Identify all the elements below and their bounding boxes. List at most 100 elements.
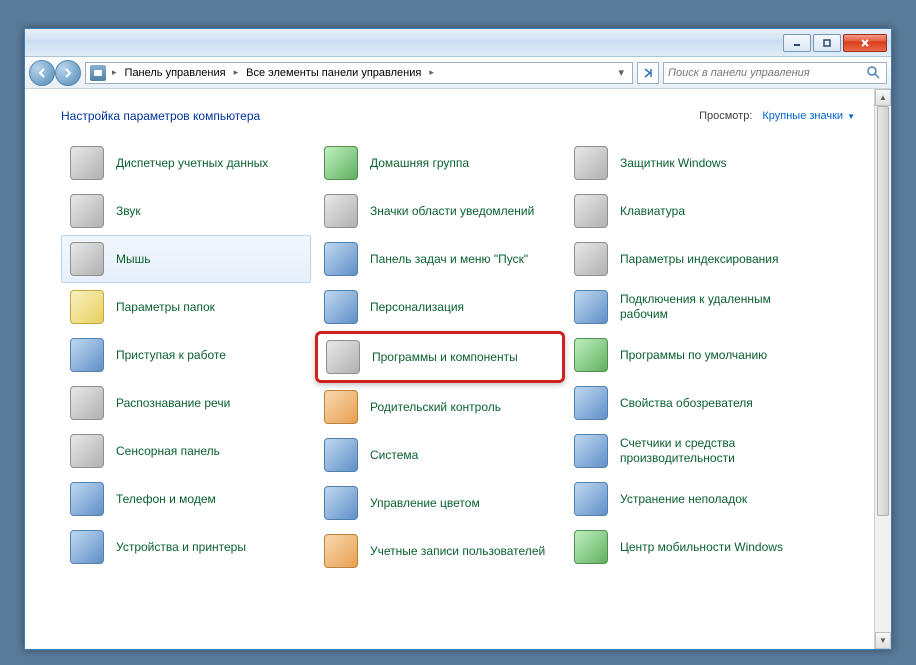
cp-item-indexing-options[interactable]: Параметры индексирования — [565, 235, 825, 283]
parental-controls-icon — [324, 390, 358, 424]
cp-item-keyboard[interactable]: Клавиатура — [565, 187, 825, 235]
phone-modem-icon — [70, 482, 104, 516]
close-icon — [860, 38, 870, 48]
vertical-scrollbar[interactable]: ▲ ▼ — [874, 89, 891, 649]
cp-item-label: Мышь — [116, 252, 151, 267]
cp-item-label: Диспетчер учетных данных — [116, 156, 268, 171]
cp-item-label: Управление цветом — [370, 496, 480, 511]
cp-item-default-programs[interactable]: Программы по умолчанию — [565, 331, 825, 379]
cp-item-taskbar-start[interactable]: Панель задач и меню "Пуск" — [315, 235, 565, 283]
cp-item-label: Персонализация — [370, 300, 464, 315]
search-box[interactable] — [663, 62, 887, 84]
column-1: Диспетчер учетных данных Звук Мышь Параметр… — [61, 139, 311, 571]
control-panel-icon — [90, 65, 106, 81]
sound-icon — [70, 194, 104, 228]
column-2: Домашняя группа Значки области уведомлени… — [315, 139, 565, 575]
cp-item-label: Панель задач и меню "Пуск" — [370, 252, 528, 267]
search-icon[interactable] — [866, 65, 882, 81]
cp-item-label: Система — [370, 448, 418, 463]
control-panel-window: ▸ Панель управления ▸ Все элементы панел… — [24, 28, 892, 650]
maximize-button[interactable] — [813, 34, 841, 52]
scroll-up-button[interactable]: ▲ — [875, 89, 891, 106]
cp-item-label: Телефон и модем — [116, 492, 216, 507]
minimize-button[interactable] — [783, 34, 811, 52]
cp-item-label: Приступая к работе — [116, 348, 226, 363]
breadcrumb-current[interactable]: Все элементы панели управления — [244, 67, 423, 79]
cp-item-phone-modem[interactable]: Телефон и модем — [61, 475, 311, 523]
cp-item-label: Свойства обозревателя — [620, 396, 753, 411]
indexing-options-icon — [574, 242, 608, 276]
cp-item-getting-started[interactable]: Приступая к работе — [61, 331, 311, 379]
cp-item-internet-options[interactable]: Свойства обозревателя — [565, 379, 825, 427]
chevron-right-icon[interactable]: ▸ — [425, 67, 438, 78]
refresh-button[interactable] — [637, 62, 659, 84]
touchpad-icon — [70, 434, 104, 468]
cp-item-label: Программы и компоненты — [372, 350, 518, 365]
cp-item-label: Устранение неполадок — [620, 492, 747, 507]
scroll-thumb[interactable] — [877, 106, 889, 516]
cp-item-color-management[interactable]: Управление цветом — [315, 479, 565, 527]
programs-features-icon — [326, 340, 360, 374]
cp-item-performance[interactable]: Счетчики и средства производительности — [565, 427, 825, 475]
color-management-icon — [324, 486, 358, 520]
view-dropdown[interactable]: Крупные значки ▼ — [762, 110, 855, 122]
cp-item-label: Значки области уведомлений — [370, 204, 534, 219]
cp-item-label: Программы по умолчанию — [620, 348, 767, 363]
chevron-down-icon: ▼ — [847, 112, 855, 121]
search-input[interactable] — [668, 67, 866, 79]
performance-icon — [574, 434, 608, 468]
forward-button[interactable] — [55, 60, 81, 86]
cp-item-label: Звук — [116, 204, 141, 219]
remote-desktop-icon — [574, 290, 608, 324]
cp-item-mouse[interactable]: Мышь — [61, 235, 311, 283]
cp-item-mobility-center[interactable]: Центр мобильности Windows — [565, 523, 825, 571]
cp-item-label: Защитник Windows — [620, 156, 727, 171]
cp-item-folder-options[interactable]: Параметры папок — [61, 283, 311, 331]
cp-item-programs-features[interactable]: Программы и компоненты — [315, 331, 565, 383]
cp-item-devices-printers[interactable]: Устройства и принтеры — [61, 523, 311, 571]
view-value-text: Крупные значки — [762, 110, 843, 122]
cp-item-troubleshooting[interactable]: Устранение неполадок — [565, 475, 825, 523]
cp-item-label: Параметры папок — [116, 300, 215, 315]
cp-item-sound[interactable]: Звук — [61, 187, 311, 235]
notification-icons-icon — [324, 194, 358, 228]
cp-item-user-accounts[interactable]: Учетные записи пользователей — [315, 527, 565, 575]
cp-item-system[interactable]: Система — [315, 431, 565, 479]
cp-item-label: Параметры индексирования — [620, 252, 778, 267]
cp-item-label: Учетные записи пользователей — [370, 544, 545, 559]
breadcrumb-root[interactable]: Панель управления — [123, 67, 228, 79]
refresh-icon — [641, 66, 655, 80]
page-title: Настройка параметров компьютера — [61, 109, 260, 123]
cp-item-label: Домашняя группа — [370, 156, 469, 171]
cp-item-label: Центр мобильности Windows — [620, 540, 783, 555]
taskbar-start-icon — [324, 242, 358, 276]
cp-item-speech-recognition[interactable]: Распознавание речи — [61, 379, 311, 427]
back-button[interactable] — [29, 60, 55, 86]
system-icon — [324, 438, 358, 472]
cp-item-device-manager[interactable]: Диспетчер учетных данных — [61, 139, 311, 187]
cp-item-label: Родительский контроль — [370, 400, 501, 415]
chevron-right-icon[interactable]: ▸ — [230, 67, 243, 78]
device-manager-icon — [70, 146, 104, 180]
cp-item-notification-icons[interactable]: Значки области уведомлений — [315, 187, 565, 235]
keyboard-icon — [574, 194, 608, 228]
address-bar[interactable]: ▸ Панель управления ▸ Все элементы панел… — [85, 62, 633, 84]
getting-started-icon — [70, 338, 104, 372]
cp-item-homegroup[interactable]: Домашняя группа — [315, 139, 565, 187]
header-row: Настройка параметров компьютера Просмотр… — [25, 89, 891, 139]
cp-item-personalization[interactable]: Персонализация — [315, 283, 565, 331]
cp-item-parental-controls[interactable]: Родительский контроль — [315, 383, 565, 431]
devices-printers-icon — [70, 530, 104, 564]
cp-item-windows-defender[interactable]: Защитник Windows — [565, 139, 825, 187]
default-programs-icon — [574, 338, 608, 372]
cp-item-remote-desktop[interactable]: Подключения к удаленным рабочим — [565, 283, 825, 331]
user-accounts-icon — [324, 534, 358, 568]
cp-item-label: Клавиатура — [620, 204, 685, 219]
chevron-right-icon[interactable]: ▸ — [108, 67, 121, 78]
maximize-icon — [822, 38, 832, 48]
folder-options-icon — [70, 290, 104, 324]
scroll-down-button[interactable]: ▼ — [875, 632, 891, 649]
cp-item-touchpad[interactable]: Сенсорная панель — [61, 427, 311, 475]
address-dropdown[interactable]: ▾ — [614, 66, 628, 79]
close-button[interactable] — [843, 34, 887, 52]
